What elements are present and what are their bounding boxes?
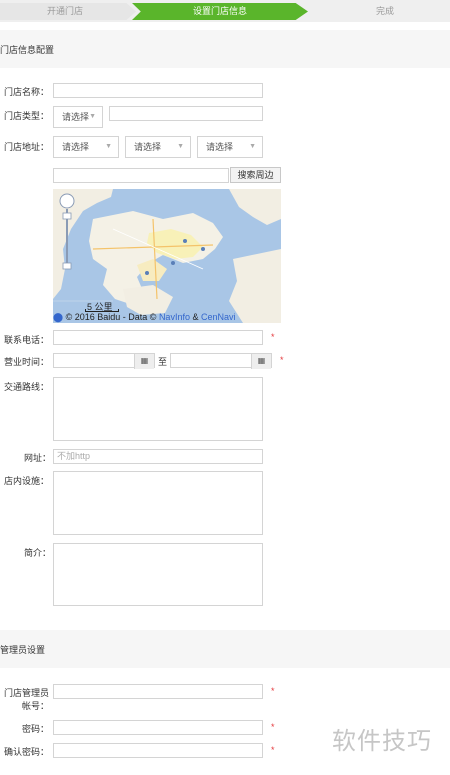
business-hours-label: 营业时间： <box>4 357 50 367</box>
chevron-down-icon: ▼ <box>89 113 96 120</box>
cennavi-link[interactable]: CenNavi <box>201 312 236 322</box>
store-name-input[interactable] <box>53 83 263 98</box>
chevron-down-icon: ▼ <box>105 143 112 150</box>
address-detail-input[interactable] <box>53 168 229 183</box>
step-set-store-info-label: 设置门店信息 <box>192 6 247 16</box>
hours-start-input[interactable]: ▦ <box>53 353 155 369</box>
store-info-section-header: 门店信息配置 <box>0 30 450 68</box>
confirm-password-input[interactable] <box>53 743 263 758</box>
watermark: 软件技巧 <box>314 708 450 775</box>
confirm-password-label: 确认密码： <box>4 747 50 757</box>
admin-account-input[interactable] <box>53 684 263 699</box>
progress-steps: 开通门店 设置门店信息 完成 <box>0 0 450 22</box>
store-info-section-title: 门店信息配置 <box>0 45 55 55</box>
store-name-label: 门店名称： <box>4 87 50 97</box>
city-select[interactable]: 请选择 ▼ <box>125 136 191 158</box>
phone-label: 联系电话： <box>4 335 50 345</box>
password-label: 密码： <box>22 724 50 734</box>
calendar-icon[interactable]: ▦ <box>251 354 271 369</box>
map-copyright-amp: & <box>192 312 199 322</box>
phone-input[interactable] <box>53 330 263 345</box>
chevron-down-icon: ▼ <box>249 143 256 150</box>
chevron-down-icon: ▼ <box>177 143 184 150</box>
city-select-value: 请选择 <box>134 142 162 152</box>
step-set-store-info: 设置门店信息 <box>132 3 308 20</box>
store-type-label: 门店类型： <box>4 111 50 121</box>
route-textarea[interactable] <box>53 377 263 441</box>
district-select[interactable]: 请选择 ▼ <box>197 136 263 158</box>
search-nearby-button[interactable]: 搜索周边 <box>230 167 281 183</box>
admin-section-header: 管理员设置 <box>0 630 450 668</box>
password-required-mark: * <box>271 722 275 732</box>
store-type-select-value: 请选择 <box>62 112 90 122</box>
password-input[interactable] <box>53 720 263 735</box>
hours-end-input[interactable]: ▦ <box>170 353 272 369</box>
admin-section-title: 管理员设置 <box>0 645 46 655</box>
province-select[interactable]: 请选择 ▼ <box>53 136 119 158</box>
baidu-logo-icon: ⬤ <box>53 312 64 322</box>
facilities-label: 店内设施： <box>4 476 50 486</box>
admin-account-label-line1: 门店管理员 <box>4 688 50 698</box>
hours-required-mark: * <box>280 355 284 365</box>
website-label: 网址： <box>24 453 52 463</box>
step-complete: 完成 <box>375 6 394 16</box>
website-input[interactable]: 不加http <box>53 449 263 464</box>
phone-required-mark: * <box>271 332 275 342</box>
admin-account-label-line2: 帐号： <box>22 701 50 711</box>
navinfo-link[interactable]: NavInfo <box>159 312 190 322</box>
hours-to-label: 至 <box>158 357 168 367</box>
intro-label: 简介： <box>24 548 52 558</box>
facilities-textarea[interactable] <box>53 471 263 535</box>
calendar-icon[interactable]: ▦ <box>134 354 154 369</box>
province-select-value: 请选择 <box>62 142 90 152</box>
account-required-mark: * <box>271 686 275 696</box>
confirm-required-mark: * <box>271 745 275 755</box>
store-type-select[interactable]: 请选择 ▼ <box>53 106 103 128</box>
route-label: 交通路线： <box>4 382 50 392</box>
map-zoom-control[interactable] <box>59 193 75 273</box>
store-type-subtype-input[interactable] <box>109 106 263 121</box>
store-address-label: 门店地址： <box>4 142 50 152</box>
step-open-store: 开通门店 <box>46 6 83 16</box>
district-select-value: 请选择 <box>206 142 234 152</box>
zoom-slider-icon <box>59 193 75 270</box>
map-copyright: ⬤ © 2016 Baidu - Data © NavInfo & CenNav… <box>53 311 281 323</box>
map-copyright-text: © 2016 Baidu - Data © <box>65 312 157 322</box>
location-map[interactable]: 5 公里 ⬤ © 2016 Baidu - Data © NavInfo & C… <box>53 189 281 323</box>
intro-textarea[interactable] <box>53 543 263 606</box>
